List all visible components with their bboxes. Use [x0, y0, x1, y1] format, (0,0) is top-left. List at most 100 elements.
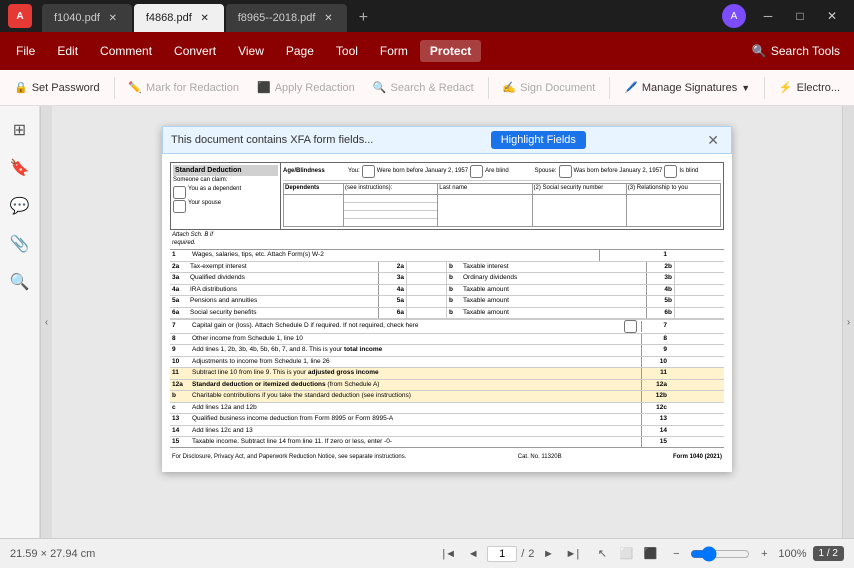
titlebar-controls: ─ □ ✕ — [754, 6, 846, 26]
tab-f1040[interactable]: f1040.pdf ✕ — [42, 4, 132, 32]
xfa-banner-content: This document contains XFA form fields..… — [171, 134, 373, 146]
qualifies-column: (3) Relationship to you — [627, 184, 720, 194]
search-redact-button[interactable]: 🔍 Search & Redact — [365, 77, 482, 98]
lock-icon: 🔒 — [14, 81, 28, 94]
tab-f4868-close[interactable]: ✕ — [198, 11, 212, 25]
right-panel-toggle[interactable]: › — [842, 106, 854, 538]
xfa-close-button[interactable]: ✕ — [703, 132, 723, 149]
document-page: This document contains XFA form fields..… — [162, 126, 732, 472]
menu-file[interactable]: File — [6, 40, 45, 62]
maximize-button[interactable]: □ — [786, 6, 814, 26]
apply-redaction-label: Apply Redaction — [275, 82, 355, 94]
menu-protect[interactable]: Protect — [420, 40, 481, 62]
page-count-badge: 1 / 2 — [813, 546, 844, 561]
first-page-button[interactable]: |◄ — [439, 544, 459, 564]
line-5a: 5a Pensions and annuities 5a — [170, 296, 447, 307]
spouse-blind-label: Is blind — [679, 168, 698, 176]
zoom-level-label: 100% — [778, 548, 806, 560]
sidebar-search-icon[interactable]: 🔍 — [4, 266, 36, 298]
menu-edit[interactable]: Edit — [47, 40, 88, 62]
attach-note: Attach Sch. B if required. — [170, 231, 724, 249]
search-redact-label: Search & Redact — [391, 82, 474, 94]
standard-deduction-header: Standard Deduction — [173, 165, 278, 176]
you-section: You: Were born before January 2, 1957 Ar… — [348, 165, 535, 178]
mark-redaction-button[interactable]: ✏️ Mark for Redaction — [120, 77, 247, 98]
spouse-section: Spouse: Was born before January 2, 1957 … — [535, 165, 722, 178]
tab-f4868[interactable]: f4868.pdf ✕ — [134, 4, 224, 32]
spouse-dependent-checkbox[interactable] — [173, 200, 186, 213]
titlebar: A f1040.pdf ✕ f4868.pdf ✕ f8965--2018.pd… — [0, 0, 854, 32]
search-tools-label: Search Tools — [771, 44, 840, 58]
search-icon: 🔍 — [752, 44, 767, 58]
zoom-controls: − + 100% — [666, 544, 806, 564]
menu-convert[interactable]: Convert — [164, 40, 226, 62]
line-4b: b Taxable amount 4b — [447, 285, 724, 296]
select-mode-button[interactable]: ↖ — [592, 544, 612, 564]
sidebar-comment-icon[interactable]: 💬 — [4, 190, 36, 222]
menu-form[interactable]: Form — [370, 40, 418, 62]
line-12a: 12a Standard deduction or itemized deduc… — [170, 380, 724, 391]
line-2a: 2a Tax-exempt interest 2a — [170, 262, 447, 273]
statusbar: 21.59 × 27.94 cm |◄ ◄ / 2 ► ►| ↖ ⬜ ⬛ − +… — [0, 538, 854, 568]
left-panel-toggle[interactable]: ‹ — [40, 106, 52, 538]
tab-f8965[interactable]: f8965--2018.pdf ✕ — [226, 4, 348, 32]
next-page-button[interactable]: ► — [538, 544, 558, 564]
spouse-dependent-label: Your spouse — [188, 200, 221, 213]
spouse-blind-checkbox[interactable] — [664, 165, 677, 178]
zoom-out-button[interactable]: − — [666, 544, 686, 564]
page-number-input[interactable] — [487, 546, 517, 562]
set-password-button[interactable]: 🔒 Set Password — [6, 77, 108, 98]
manage-signatures-button[interactable]: 🖊️ Manage Signatures ▼ — [616, 77, 758, 98]
electric-button[interactable]: ⚡ Electro... — [771, 77, 848, 98]
close-button[interactable]: ✕ — [818, 6, 846, 26]
tab-f8965-close[interactable]: ✕ — [321, 11, 335, 25]
you-blind-checkbox[interactable] — [470, 165, 483, 178]
last-page-button[interactable]: ►| — [562, 544, 582, 564]
manage-signatures-label: Manage Signatures — [642, 82, 737, 94]
dependents-rows — [283, 195, 721, 227]
dependents-section: Dependents (see instructions): Last name… — [283, 183, 721, 195]
electric-label: Electro... — [797, 82, 840, 94]
you-born-label: Were born before January 2, 1957 — [377, 168, 468, 176]
line-13: 13 Qualified business income deduction f… — [170, 414, 724, 425]
income-pairs: 2a Tax-exempt interest 2a b Taxable inte… — [170, 262, 724, 319]
menu-comment[interactable]: Comment — [90, 40, 162, 62]
line-4a: 4a IRA distributions 4a — [170, 285, 447, 296]
age-blindness-label: Age/Blindness — [283, 168, 348, 176]
line-6b: b Taxable amount 6b — [447, 308, 724, 319]
tab-f1040-close[interactable]: ✕ — [106, 11, 120, 25]
sidebar-pages-icon[interactable]: ⊞ — [4, 114, 36, 146]
fit-width-button[interactable]: ⬛ — [640, 544, 660, 564]
search-tools-button[interactable]: 🔍 Search Tools — [744, 41, 848, 61]
fit-page-button[interactable]: ⬜ — [616, 544, 636, 564]
menu-page[interactable]: Page — [276, 40, 324, 62]
cat-no: Cat. No. 11320B — [518, 454, 562, 462]
line-12c: c Add lines 12a and 12b 12c — [170, 403, 724, 414]
line-10: 10 Adjustments to income from Schedule 1… — [170, 357, 724, 368]
apply-redaction-button[interactable]: ⬛ Apply Redaction — [249, 77, 363, 98]
line-7-checkbox[interactable] — [624, 320, 637, 333]
titlebar-tabs: f1040.pdf ✕ f4868.pdf ✕ f8965--2018.pdf … — [42, 0, 718, 32]
user-avatar: A — [722, 4, 746, 28]
sidebar-bookmark-icon[interactable]: 🔖 — [4, 152, 36, 184]
ssn-column: Last name — [438, 184, 532, 194]
highlight-fields-button[interactable]: Highlight Fields — [491, 131, 586, 149]
minimize-button[interactable]: ─ — [754, 6, 782, 26]
menu-view[interactable]: View — [228, 40, 274, 62]
zoom-slider[interactable] — [690, 546, 750, 562]
add-tab-button[interactable]: + — [349, 4, 377, 32]
line-3b: b Ordinary dividends 3b — [447, 273, 724, 284]
line-5b: b Taxable amount 5b — [447, 296, 724, 307]
dependents-instructions: (see instructions): — [344, 184, 438, 194]
menu-tool[interactable]: Tool — [326, 40, 368, 62]
you-blind-label: Are blind — [485, 168, 509, 176]
dropdown-icon: ▼ — [741, 83, 750, 93]
prev-page-button[interactable]: ◄ — [463, 544, 483, 564]
zoom-in-button[interactable]: + — [754, 544, 774, 564]
sign-document-button[interactable]: ✍️ Sign Document — [494, 77, 603, 98]
you-dependent-checkbox[interactable] — [173, 186, 186, 199]
spouse-born-checkbox[interactable] — [559, 165, 572, 178]
sidebar-attachment-icon[interactable]: 📎 — [4, 228, 36, 260]
you-born-checkbox[interactable] — [362, 165, 375, 178]
sign-icon: ✍️ — [502, 81, 516, 94]
